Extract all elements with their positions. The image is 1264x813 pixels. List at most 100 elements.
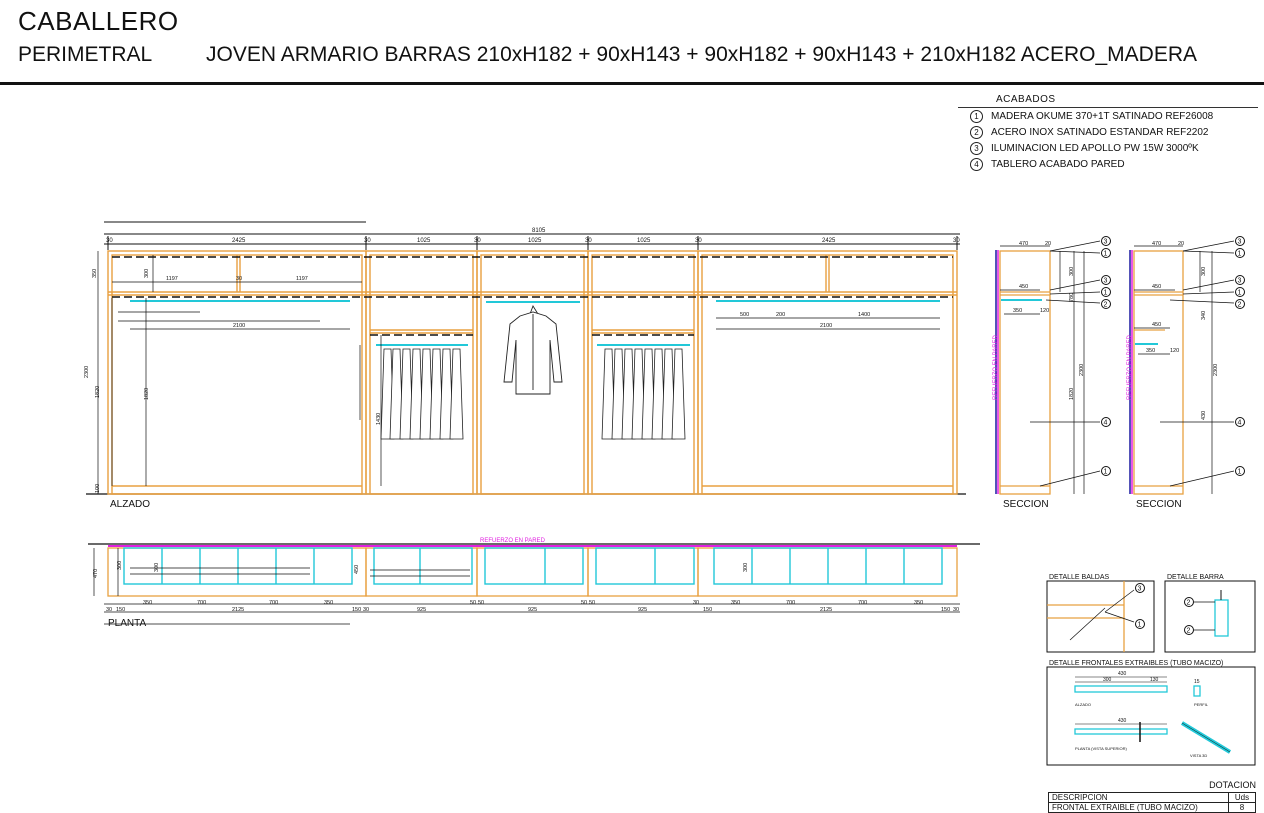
- svg-text:1: 1: [1138, 622, 1142, 629]
- svg-text:300: 300: [117, 561, 123, 570]
- refuerzo-label: REFUERZO EN PARED: [1127, 334, 1133, 400]
- svg-text:925: 925: [417, 607, 426, 613]
- garments-right: [601, 348, 686, 440]
- svg-text:1: 1: [1238, 469, 1242, 476]
- svg-text:430: 430: [1118, 671, 1127, 677]
- svg-text:2: 2: [1238, 302, 1242, 309]
- detalle-barra-title: DETALLE BARRA: [1167, 574, 1224, 581]
- svg-text:150: 150: [116, 607, 125, 613]
- table-header: Uds: [1228, 792, 1256, 803]
- svg-text:2: 2: [1187, 600, 1191, 607]
- dotacion-table: DOTACION DESCRIPCION Uds FRONTAL EXTRAIB…: [1048, 780, 1256, 813]
- svg-text:300: 300: [743, 563, 749, 572]
- dim-label: 350: [1146, 348, 1155, 354]
- svg-text:350: 350: [731, 600, 740, 606]
- dim-label: 450: [1152, 284, 1161, 290]
- dim-label: 2300: [1079, 364, 1085, 376]
- svg-text:925: 925: [528, 607, 537, 613]
- total-width-label: 8105: [532, 228, 546, 234]
- svg-text:1: 1: [1238, 251, 1242, 258]
- svg-text:700: 700: [858, 600, 867, 606]
- svg-text:1: 1: [1104, 290, 1108, 297]
- svg-text:PLANTA (VISTA SUPERIOR): PLANTA (VISTA SUPERIOR): [1075, 746, 1128, 751]
- svg-text:350: 350: [324, 600, 333, 606]
- dotacion-title: DOTACION: [1209, 780, 1256, 790]
- svg-text:700: 700: [786, 600, 795, 606]
- svg-text:350: 350: [143, 600, 152, 606]
- svg-text:4: 4: [1238, 420, 1242, 427]
- svg-text:2125: 2125: [820, 607, 832, 613]
- table-header-row: DESCRIPCION Uds: [1048, 792, 1256, 803]
- garments-left: [380, 348, 464, 440]
- table-cell: FRONTAL EXTRAIBLE (TUBO MACIZO): [1048, 802, 1229, 813]
- dim-label: 450: [1019, 284, 1028, 290]
- svg-text:150: 150: [352, 607, 361, 613]
- alzado-elevation: 8105 30 2425 30 1025 30 1025 30 1025 30 …: [84, 221, 966, 510]
- dim-label: 430: [1201, 411, 1207, 420]
- svg-text:4: 4: [1104, 420, 1108, 427]
- seccion-label: SECCION: [1003, 499, 1049, 510]
- dim-label: 20: [1045, 241, 1051, 247]
- planta-plan: REFUERZO EN PARED 30 150 350 700 2125 70…: [88, 538, 980, 629]
- svg-text:30: 30: [363, 607, 369, 613]
- dim-label: 120: [1170, 348, 1179, 354]
- technical-drawing: 8105 30 2425 30 1025 30 1025 30 1025 30 …: [84, 221, 1256, 766]
- table-row: FRONTAL EXTRAIBLE (TUBO MACIZO) 8: [1048, 802, 1256, 813]
- dim-label: 100: [95, 484, 101, 493]
- svg-text:1: 1: [1104, 469, 1108, 476]
- svg-text:350: 350: [914, 600, 923, 606]
- detalle-frontales: DETALLE FRONTALES EXTRAIBLES (TUBO MACIZ…: [1046, 660, 1256, 766]
- detalle-frontales-title: DETALLE FRONTALES EXTRAIBLES (TUBO MACIZ…: [1049, 660, 1223, 667]
- dim-label: 450: [1152, 322, 1161, 328]
- svg-text:300: 300: [1103, 677, 1112, 683]
- dim-label: 30: [585, 238, 592, 244]
- dim-label: 470: [1152, 241, 1161, 247]
- svg-text:450: 450: [354, 565, 360, 574]
- svg-text:470: 470: [93, 569, 99, 578]
- callouts-2: 3 1 3 1 2 4 1: [1235, 236, 1245, 476]
- table-cell: 8: [1228, 802, 1256, 813]
- svg-text:30: 30: [953, 607, 959, 613]
- dim-label: 300: [1069, 267, 1075, 276]
- planta-refuerzo-label: REFUERZO EN PARED: [480, 538, 546, 544]
- svg-text:130: 130: [1150, 677, 1159, 683]
- dim-label: 340: [1201, 311, 1207, 320]
- dim-label: 350: [92, 269, 98, 278]
- dim-label: 350: [1013, 308, 1022, 314]
- svg-text:1: 1: [1238, 290, 1242, 297]
- dim-label: 30: [364, 238, 371, 244]
- dim-label: 2300: [1213, 364, 1219, 376]
- dim-label: 1820: [144, 388, 150, 400]
- dim-label: 1197: [296, 276, 308, 282]
- svg-text:2: 2: [1104, 302, 1108, 309]
- top-dims: 30 2425 30 1025 30 1025 30 1025 30 2425 …: [106, 238, 960, 244]
- dim-label: 20: [1178, 241, 1184, 247]
- dim-label: 1197: [166, 276, 178, 282]
- svg-text:1: 1: [1104, 251, 1108, 258]
- svg-text:150: 150: [703, 607, 712, 613]
- dim-label: 300: [1201, 267, 1207, 276]
- dim-label: 470: [1019, 241, 1028, 247]
- dim-label: 1400: [858, 312, 870, 318]
- svg-text:2: 2: [1187, 628, 1191, 635]
- dim-label: 120: [1040, 308, 1049, 314]
- dim-label: 30: [106, 238, 113, 244]
- svg-text:700: 700: [269, 600, 278, 606]
- dim-label: 1025: [528, 238, 542, 244]
- planta-label: PLANTA: [108, 618, 146, 629]
- shirt-icon: [503, 304, 563, 395]
- svg-text:50: 50: [470, 600, 476, 606]
- dim-label: 1820: [95, 386, 101, 398]
- detalle-baldas: DETALLE BALDAS 3 1: [1046, 574, 1155, 653]
- svg-text:430: 430: [1118, 718, 1127, 724]
- svg-text:2125: 2125: [232, 607, 244, 613]
- dim-label: 500: [740, 312, 749, 318]
- svg-text:3: 3: [1238, 278, 1242, 285]
- seccion-2: REFUERZO EN PARED 470 20 450 450 350 120…: [1127, 236, 1245, 510]
- refuerzo-label: REFUERZO EN PARED: [993, 334, 999, 400]
- dim-label: 1820: [1069, 388, 1075, 400]
- svg-text:3: 3: [1238, 239, 1242, 246]
- planta-dims: 30 150 350 700 2125 700 350 150 30 925 5…: [93, 561, 959, 613]
- dim-label: 1025: [637, 238, 651, 244]
- dim-label: 2100: [820, 323, 832, 329]
